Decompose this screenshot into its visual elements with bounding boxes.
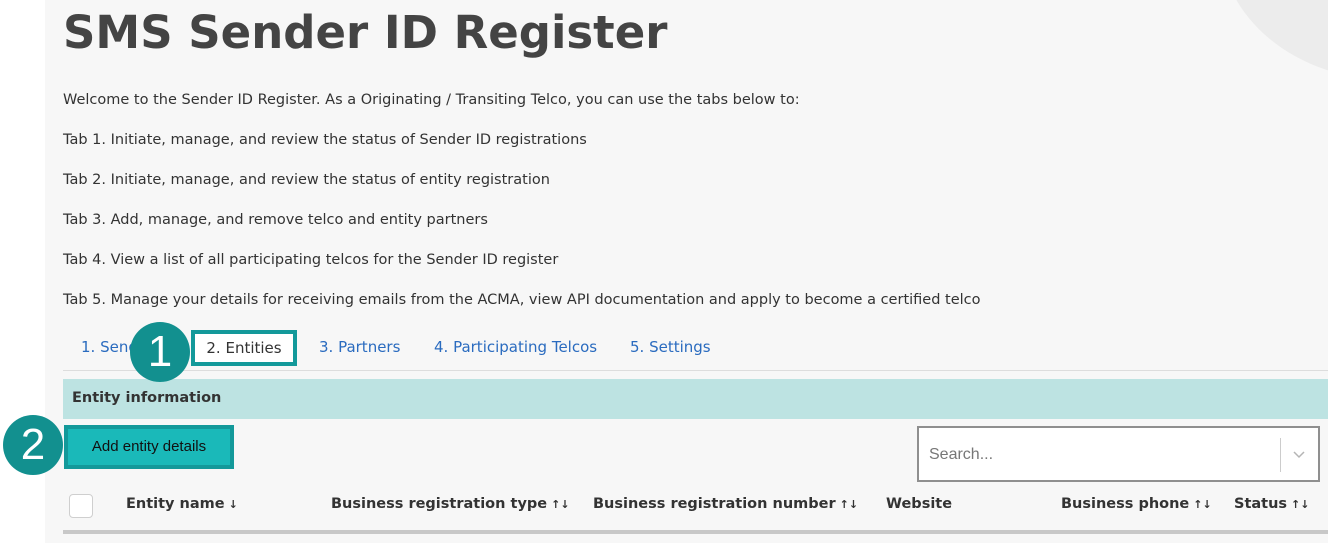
sort-icon: ↑↓	[839, 498, 859, 511]
column-label: Business registration number	[593, 496, 836, 512]
select-all-checkbox[interactable]	[69, 494, 93, 518]
tab-entities[interactable]: 2. Entities	[191, 330, 297, 366]
sort-icon: ↓	[228, 498, 238, 511]
column-business-registration-number[interactable]: Business registration number ↑↓	[593, 496, 858, 512]
intro-tab-3: Tab 3. Add, manage, and remove telco and…	[63, 212, 488, 228]
search-divider	[1280, 438, 1281, 472]
column-status[interactable]: Status ↑↓	[1234, 496, 1309, 512]
column-website: Website	[886, 496, 952, 512]
table-header: Entity name ↓ Business registration type ↑…	[63, 486, 1328, 534]
column-label: Website	[886, 496, 953, 512]
sort-icon: ↑↓	[551, 498, 570, 511]
sort-icon: ↑↓	[1193, 498, 1212, 511]
intro-welcome: Welcome to the Sender ID Register. As a …	[63, 92, 800, 108]
sort-icon: ↑↓	[1291, 498, 1310, 511]
column-entity-name[interactable]: Entity name ↓	[126, 496, 238, 512]
column-business-phone[interactable]: Business phone ↑↓	[1061, 496, 1212, 512]
decorative-circle	[1220, 0, 1328, 80]
column-label: Entity name	[126, 496, 225, 512]
step-1-badge: 1	[130, 322, 190, 382]
chevron-down-icon[interactable]	[1291, 444, 1307, 469]
column-business-registration-type[interactable]: Business registration type ↑↓	[331, 496, 570, 512]
column-label: Business registration type	[331, 496, 548, 512]
intro-tab-1: Tab 1. Initiate, manage, and review the …	[63, 132, 587, 148]
tab-participating-telcos[interactable]: 4. Participating Telcos	[434, 338, 597, 356]
tab-settings[interactable]: 5. Settings	[630, 338, 711, 356]
tab-partners[interactable]: 3. Partners	[319, 338, 400, 356]
section-title: Entity information	[72, 390, 222, 406]
section-header: Entity information	[63, 379, 1328, 419]
tab-bar: 1. Send 2. Entities 3. Partners 4. Parti…	[63, 330, 1328, 371]
add-entity-button[interactable]: Add entity details	[64, 425, 234, 469]
intro-tab-5: Tab 5. Manage your details for receiving…	[63, 292, 981, 308]
column-label: Status	[1234, 496, 1288, 512]
main-panel: SMS Sender ID Register Welcome to the Se…	[45, 0, 1328, 543]
search-box	[917, 426, 1320, 482]
column-label: Business phone	[1061, 496, 1190, 512]
search-input[interactable]	[929, 443, 1269, 467]
intro-tab-4: Tab 4. View a list of all participating …	[63, 252, 559, 268]
step-2-badge: 2	[3, 415, 63, 475]
intro-tab-2: Tab 2. Initiate, manage, and review the …	[63, 172, 550, 188]
page-title: SMS Sender ID Register	[63, 6, 668, 59]
